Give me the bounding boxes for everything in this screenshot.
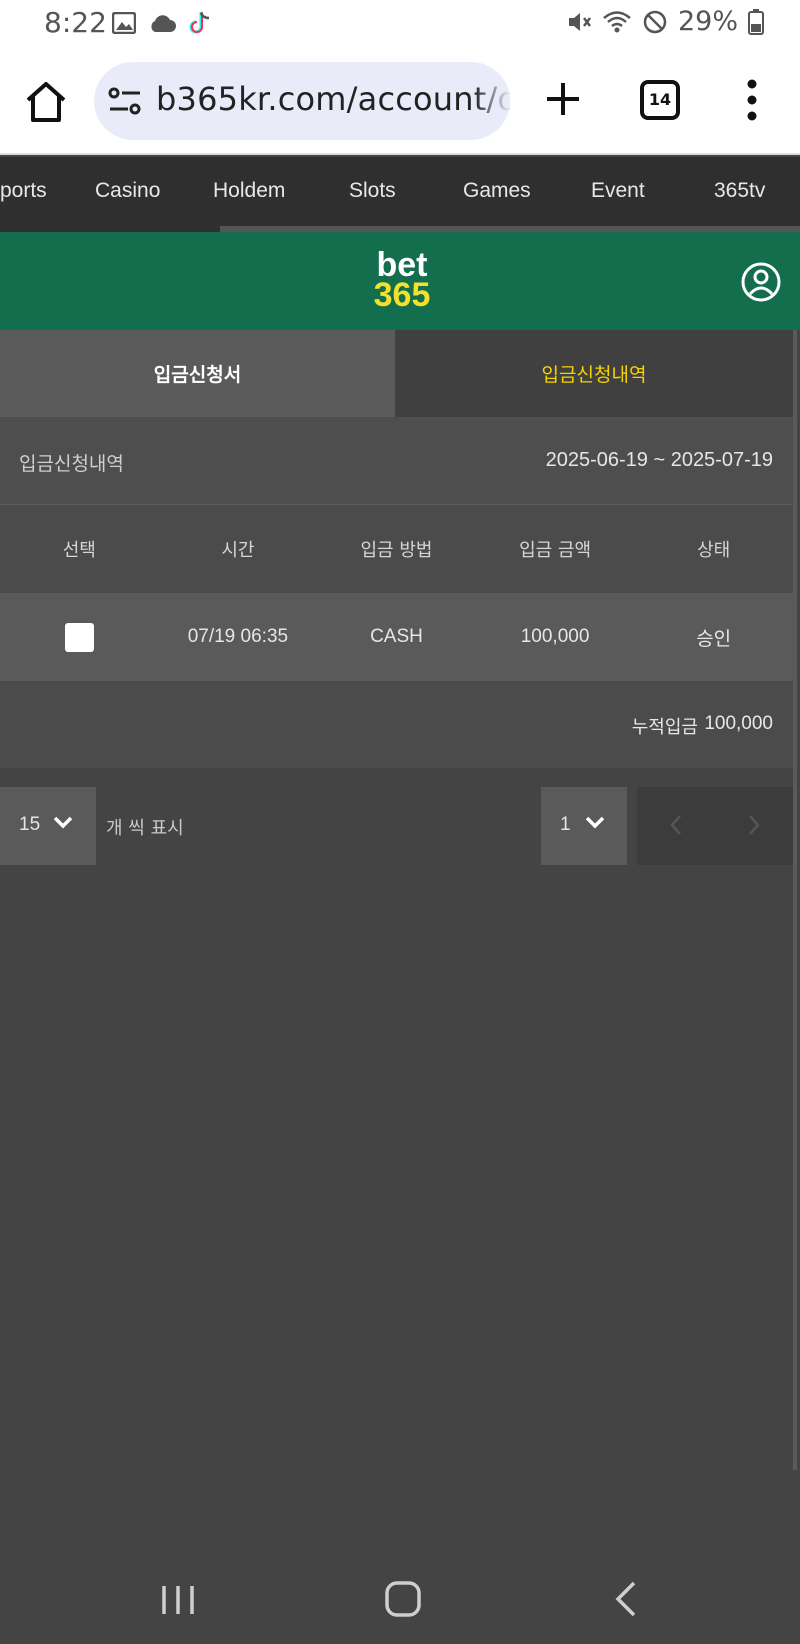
home-nav-icon[interactable] xyxy=(384,1580,422,1618)
tab-deposit-history[interactable]: 입금신청내역 xyxy=(395,330,793,417)
date-range[interactable]: 2025-06-19 ~ 2025-07-19 xyxy=(546,449,773,472)
status-time: 8:22 xyxy=(44,6,107,39)
table-row: 07/19 06:35 CASH 100,000 승인 xyxy=(0,593,793,681)
history-info-row: 입금신청내역 2025-06-19 ~ 2025-07-19 xyxy=(0,417,793,505)
battery-icon xyxy=(748,8,764,35)
per-page-select[interactable]: 15 xyxy=(0,787,96,865)
site-header: bet 365 xyxy=(0,232,800,330)
nav-item-slots[interactable]: Slots xyxy=(349,179,396,203)
chevron-left-icon[interactable] xyxy=(669,813,683,837)
system-nav-bar xyxy=(0,1560,800,1644)
cloud-icon xyxy=(151,15,176,32)
nav-item-sports[interactable]: ports xyxy=(0,179,47,203)
per-page-value: 15 xyxy=(19,814,41,835)
column-header-amount: 입금 금액 xyxy=(519,540,592,561)
nav-item-event[interactable]: Event xyxy=(591,179,645,203)
row-amount: 100,000 xyxy=(520,626,590,647)
history-title: 입금신청내역 xyxy=(19,453,124,475)
nav-item-365tv[interactable]: 365tv xyxy=(714,179,765,203)
page-select[interactable]: 1 xyxy=(541,787,627,865)
tab-deposit-form[interactable]: 입금신청서 xyxy=(0,330,395,417)
recent-apps-icon[interactable] xyxy=(160,1582,196,1618)
total-deposit-label: 누적입금 xyxy=(631,717,698,738)
row-select-cell xyxy=(0,593,159,681)
chevron-down-icon xyxy=(53,816,73,829)
table-header: 선택 시간 입금 방법 입금 금액 상태 xyxy=(0,505,793,593)
tiktok-icon xyxy=(189,12,210,34)
user-account-icon[interactable] xyxy=(741,262,781,302)
total-deposit-value: 100,000 xyxy=(704,713,773,734)
more-menu-icon[interactable] xyxy=(744,78,760,122)
row-select-checkbox[interactable] xyxy=(64,622,94,652)
row-status: 승인 xyxy=(696,628,732,650)
wifi-icon xyxy=(603,10,631,32)
chevron-down-icon xyxy=(585,816,605,829)
new-tab-icon[interactable] xyxy=(544,80,582,118)
nav-item-holdem[interactable]: Holdem xyxy=(213,179,285,203)
tab-switcher-button[interactable]: 14 xyxy=(640,80,680,120)
bet365-logo[interactable]: bet 365 xyxy=(364,248,440,314)
column-header-time: 시간 xyxy=(221,540,255,561)
site-settings-icon[interactable] xyxy=(108,86,142,116)
battery-percent: 29% xyxy=(677,6,738,37)
url-text: b365kr.com/account/de xyxy=(156,80,510,118)
column-header-method: 입금 방법 xyxy=(360,540,433,561)
page-value: 1 xyxy=(560,814,571,835)
deposit-tabs: 입금신청서 입금신청내역 xyxy=(0,330,793,417)
back-nav-icon[interactable] xyxy=(612,1580,640,1618)
home-icon[interactable] xyxy=(24,80,68,124)
gallery-icon xyxy=(112,12,136,34)
row-time: 07/19 06:35 xyxy=(187,626,289,647)
nav-item-casino[interactable]: Casino xyxy=(95,179,160,203)
address-bar[interactable]: b365kr.com/account/de xyxy=(94,62,510,140)
pager xyxy=(637,787,793,865)
nav-item-games[interactable]: Games xyxy=(463,179,531,203)
row-method: CASH xyxy=(370,626,423,647)
browser-toolbar: b365kr.com/account/de 14 xyxy=(0,50,800,155)
totals-row: 누적입금 100,000 xyxy=(0,681,793,768)
column-header-select: 선택 xyxy=(62,540,96,561)
mute-vibrate-icon xyxy=(568,12,591,31)
column-header-status: 상태 xyxy=(697,540,731,561)
do-not-disturb-icon xyxy=(643,10,667,33)
per-page-label: 개 씩 표시 xyxy=(106,818,184,839)
status-bar: 8:22 29% xyxy=(0,0,800,50)
page-scrollbar[interactable] xyxy=(793,330,797,1470)
top-nav: ports Casino Holdem Slots Games Event 36… xyxy=(0,157,800,232)
logo-text-365: 365 xyxy=(373,276,431,314)
chevron-right-icon[interactable] xyxy=(747,813,761,837)
